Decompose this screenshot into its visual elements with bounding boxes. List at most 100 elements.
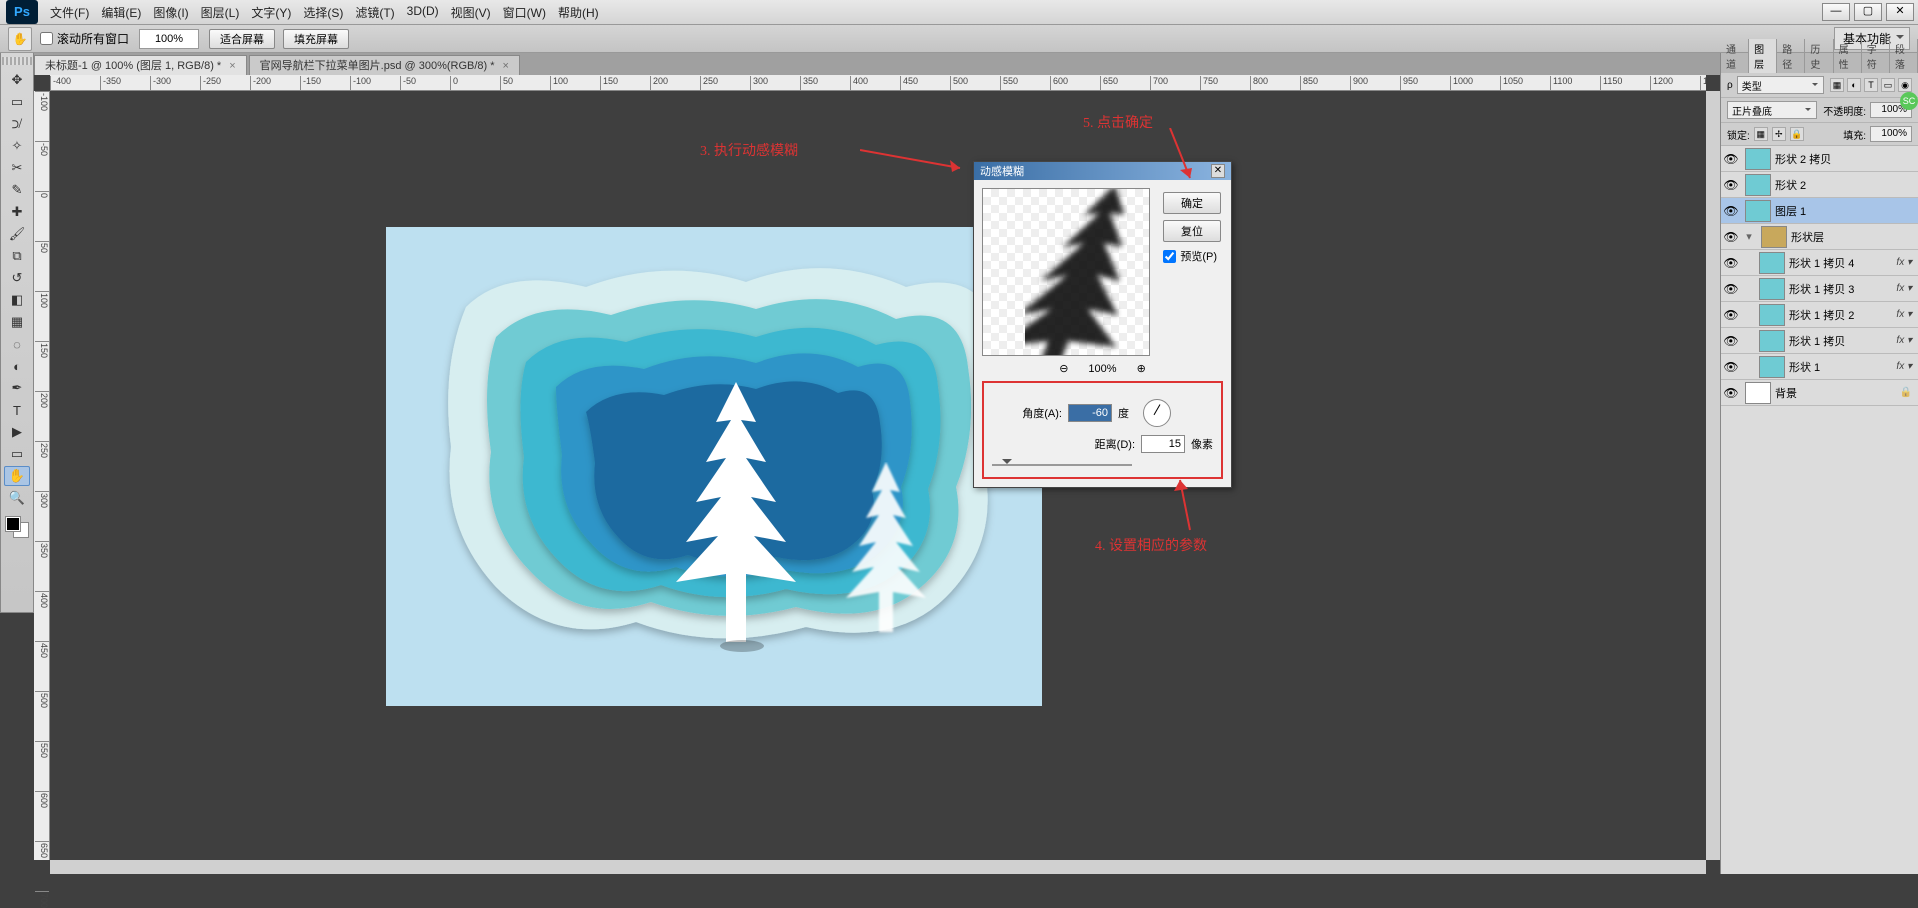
brush-tool[interactable]: 🖌	[4, 224, 30, 244]
lock-all-icon[interactable]: 🔒	[1790, 127, 1804, 141]
fill-value[interactable]: 100%	[1870, 126, 1912, 142]
layer-row[interactable]: 👁形状 2 拷贝	[1721, 146, 1918, 172]
layer-row[interactable]: 👁形状 1 拷贝 2fx ▾	[1721, 302, 1918, 328]
filter-icon[interactable]: ▭	[1881, 78, 1895, 92]
visibility-icon[interactable]: 👁	[1721, 308, 1741, 322]
gradient-tool[interactable]: ▦	[4, 312, 30, 332]
document-tab[interactable]: 未标题-1 @ 100% (图层 1, RGB/8) *×	[34, 55, 247, 75]
zoom-out-icon[interactable]: ⊖	[1059, 362, 1068, 375]
dialog-preview-checkbox[interactable]: 预览(P)	[1163, 248, 1217, 264]
lock-pixels-icon[interactable]: ▦	[1754, 127, 1768, 141]
visibility-icon[interactable]: 👁	[1721, 334, 1741, 348]
magic-wand-tool[interactable]: ✧	[4, 136, 30, 156]
eyedropper-tool[interactable]: ✎	[4, 180, 30, 200]
panel-tab[interactable]: 字符	[1862, 39, 1890, 73]
move-tool[interactable]: ✥	[4, 70, 30, 90]
maximize-button[interactable]: ▢	[1854, 3, 1882, 21]
dialog-titlebar[interactable]: 动感模糊 ✕	[974, 162, 1231, 180]
type-tool[interactable]: T	[4, 400, 30, 420]
filter-icon[interactable]: ◐	[1847, 78, 1861, 92]
scroll-all-windows-checkbox[interactable]: 滚动所有窗口	[40, 30, 129, 47]
layer-filter-dropdown[interactable]: 类型	[1737, 76, 1824, 94]
canvas-viewport[interactable]	[50, 91, 1706, 860]
visibility-icon[interactable]: 👁	[1721, 178, 1741, 192]
stamp-tool[interactable]: ⧉	[4, 246, 30, 266]
layer-row[interactable]: 👁形状 1 拷贝 4fx ▾	[1721, 250, 1918, 276]
tab-close-icon[interactable]: ×	[503, 56, 509, 76]
visibility-icon[interactable]: 👁	[1721, 256, 1741, 270]
crop-tool[interactable]: ✂	[4, 158, 30, 178]
panel-tab[interactable]: 路径	[1777, 39, 1805, 73]
visibility-icon[interactable]: 👁	[1721, 204, 1741, 218]
filter-icon[interactable]: ◉	[1898, 78, 1912, 92]
blur-tool[interactable]: ◌	[4, 334, 30, 354]
hand-tool[interactable]: ✋	[4, 466, 30, 486]
menu-item[interactable]: 帮助(H)	[552, 4, 605, 21]
eraser-tool[interactable]: ◧	[4, 290, 30, 310]
menu-item[interactable]: 文件(F)	[44, 4, 95, 21]
fill-screen-button[interactable]: 填充屏幕	[283, 29, 349, 49]
zoom-tool[interactable]: 🔍	[4, 488, 30, 508]
filter-icon[interactable]: ▦	[1830, 78, 1844, 92]
minimize-button[interactable]: —	[1822, 3, 1850, 21]
layer-row[interactable]: 👁形状 1fx ▾	[1721, 354, 1918, 380]
angle-wheel[interactable]	[1143, 399, 1171, 427]
path-select-tool[interactable]: ▶	[4, 422, 30, 442]
blend-mode-dropdown[interactable]: 正片叠底	[1727, 101, 1817, 119]
dialog-reset-button[interactable]: 复位	[1163, 220, 1221, 242]
layer-row[interactable]: 👁图层 1	[1721, 198, 1918, 224]
panel-tab[interactable]: 图层	[1749, 39, 1777, 73]
angle-input[interactable]	[1068, 404, 1112, 422]
healing-tool[interactable]: ✚	[4, 202, 30, 222]
menu-item[interactable]: 窗口(W)	[497, 4, 552, 21]
menu-item[interactable]: 选择(S)	[297, 4, 349, 21]
dialog-ok-button[interactable]: 确定	[1163, 192, 1221, 214]
fit-screen-button[interactable]: 适合屏幕	[209, 29, 275, 49]
scrollbar-vertical[interactable]	[1706, 91, 1720, 860]
dialog-preview[interactable]	[982, 188, 1150, 356]
visibility-icon[interactable]: 👁	[1721, 282, 1741, 296]
menu-item[interactable]: 图层(L)	[195, 4, 246, 21]
menu-item[interactable]: 图像(I)	[147, 4, 194, 21]
fx-icon[interactable]: fx ▾	[1896, 309, 1912, 320]
layer-row[interactable]: 👁形状 2	[1721, 172, 1918, 198]
color-swatch[interactable]	[6, 517, 28, 537]
lock-position-icon[interactable]: ✢	[1772, 127, 1786, 141]
panel-tab[interactable]: 历史	[1805, 39, 1833, 73]
zoom-level-input[interactable]	[139, 29, 199, 49]
fx-icon[interactable]: fx ▾	[1896, 257, 1912, 268]
menu-item[interactable]: 3D(D)	[401, 4, 445, 21]
fx-icon[interactable]: fx ▾	[1896, 335, 1912, 346]
layer-row[interactable]: 👁背景🔒	[1721, 380, 1918, 406]
dialog-close-button[interactable]: ✕	[1211, 164, 1225, 178]
scrollbar-horizontal[interactable]	[50, 860, 1706, 874]
visibility-icon[interactable]: 👁	[1721, 386, 1741, 400]
filter-icon[interactable]: T	[1864, 78, 1878, 92]
fx-icon[interactable]: fx ▾	[1896, 361, 1912, 372]
shape-tool[interactable]: ▭	[4, 444, 30, 464]
close-button[interactable]: ✕	[1886, 3, 1914, 21]
lasso-tool[interactable]: ⟉	[4, 114, 30, 134]
layer-row[interactable]: 👁形状 1 拷贝fx ▾	[1721, 328, 1918, 354]
visibility-icon[interactable]: 👁	[1721, 230, 1741, 244]
menu-item[interactable]: 视图(V)	[445, 4, 497, 21]
menu-item[interactable]: 滤镜(T)	[349, 4, 400, 21]
fx-icon[interactable]: fx ▾	[1896, 283, 1912, 294]
panel-tab[interactable]: 属性	[1834, 39, 1862, 73]
distance-slider[interactable]	[992, 461, 1132, 469]
distance-input[interactable]	[1141, 435, 1185, 453]
visibility-icon[interactable]: 👁	[1721, 360, 1741, 374]
visibility-icon[interactable]: 👁	[1721, 152, 1741, 166]
dodge-tool[interactable]: ◐	[4, 356, 30, 376]
group-toggle-icon[interactable]: ▾	[1741, 230, 1757, 243]
menu-item[interactable]: 编辑(E)	[95, 4, 147, 21]
zoom-in-icon[interactable]: ⊕	[1137, 362, 1146, 375]
panel-tab[interactable]: 段落	[1890, 39, 1918, 73]
document-tab[interactable]: 官网导航栏下拉菜单图片.psd @ 300%(RGB/8) *×	[249, 55, 520, 75]
history-brush-tool[interactable]: ↺	[4, 268, 30, 288]
pen-tool[interactable]: ✒	[4, 378, 30, 398]
marquee-tool[interactable]: ▭	[4, 92, 30, 112]
menu-item[interactable]: 文字(Y)	[245, 4, 297, 21]
toolbox-handle[interactable]	[2, 57, 32, 65]
tab-close-icon[interactable]: ×	[229, 56, 235, 76]
